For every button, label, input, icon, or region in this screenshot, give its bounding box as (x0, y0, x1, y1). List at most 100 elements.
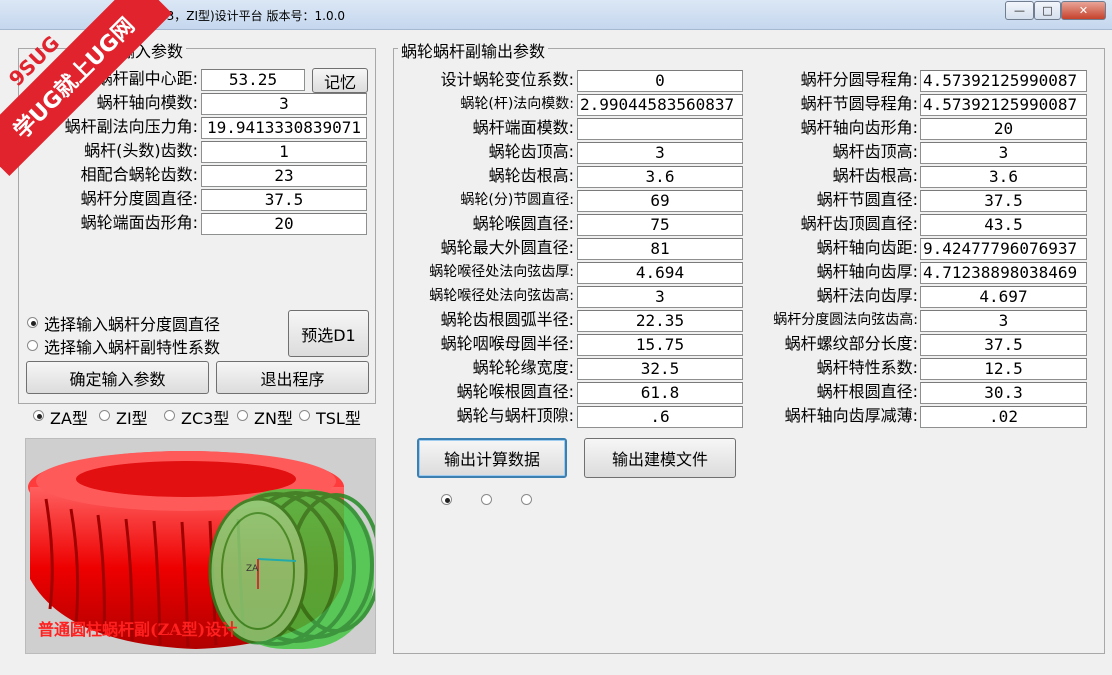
exit-button[interactable]: 退出程序 (216, 361, 369, 394)
output-right-field-10[interactable]: 3 (920, 310, 1087, 332)
output-right-label-14: 蜗杆轴向齿厚减薄: (784, 406, 918, 425)
input-field-5[interactable]: 37.5 (201, 189, 367, 211)
output-right-label-3: 蜗杆齿顶高: (832, 142, 918, 161)
type-radio-3[interactable] (237, 410, 248, 421)
output-left-field-10[interactable]: 22.35 (577, 310, 743, 332)
radio-input-pitch-diameter[interactable] (27, 317, 38, 328)
type-radio-label-0: ZA型 (50, 409, 88, 428)
output-left-label-3: 蜗轮齿顶高: (488, 142, 574, 161)
output-left-field-1[interactable]: 2.99044583560837 (577, 94, 743, 116)
close-button[interactable]: ✕ (1061, 1, 1106, 20)
output-left-field-8[interactable]: 4.694 (577, 262, 743, 284)
output-option-radio-1[interactable] (441, 494, 452, 505)
radio-label-characteristic-coef: 选择输入蜗杆副特性系数 (44, 338, 221, 357)
output-right-label-7: 蜗杆轴向齿距: (816, 238, 918, 257)
output-right-field-11[interactable]: 37.5 (920, 334, 1087, 356)
output-left-field-13[interactable]: 61.8 (577, 382, 743, 404)
output-left-label-7: 蜗轮最大外圆直径: (440, 238, 574, 257)
input-field-4[interactable]: 23 (201, 165, 367, 187)
output-right-label-9: 蜗杆法向齿厚: (816, 286, 918, 305)
output-left-label-5: 蜗轮(分)节圆直径: (460, 192, 574, 208)
type-radio-2[interactable] (164, 410, 175, 421)
output-left-label-9: 蜗轮喉径处法向弦齿高: (429, 288, 574, 304)
input-label-6: 蜗轮端面齿形角: (80, 213, 198, 232)
output-model-file-button[interactable]: 输出建模文件 (584, 438, 736, 478)
output-right-label-1: 蜗杆节圆导程角: (800, 94, 918, 113)
output-right-field-9[interactable]: 4.697 (920, 286, 1087, 308)
output-left-field-6[interactable]: 75 (577, 214, 743, 236)
output-right-field-3[interactable]: 3 (920, 142, 1087, 164)
output-left-field-2[interactable] (577, 118, 743, 140)
output-right-label-6: 蜗杆齿顶圆直径: (800, 214, 918, 233)
output-left-field-4[interactable]: 3.6 (577, 166, 743, 188)
radio-input-characteristic-coef[interactable] (27, 340, 38, 351)
confirm-input-button[interactable]: 确定输入参数 (26, 361, 209, 394)
output-group-title: 蜗轮蜗杆副输出参数 (398, 38, 549, 62)
input-field-0[interactable]: 53.25 (201, 69, 305, 91)
output-right-field-4[interactable]: 3.6 (920, 166, 1087, 188)
output-left-label-13: 蜗轮喉根圆直径: (456, 382, 574, 401)
output-right-field-8[interactable]: 4.71238898038469 (920, 262, 1087, 284)
output-left-label-11: 蜗轮咽喉母圆半径: (440, 334, 574, 353)
minimize-button[interactable]: — (1005, 1, 1034, 20)
output-right-label-13: 蜗杆根圆直径: (816, 382, 918, 401)
memory-button[interactable]: 记忆 (312, 68, 368, 93)
input-label-4: 相配合蜗轮齿数: (80, 165, 198, 184)
type-radio-label-2: ZC3型 (181, 409, 230, 428)
output-left-label-0: 设计蜗轮变位系数: (440, 70, 574, 89)
output-right-label-5: 蜗杆节圆直径: (816, 190, 918, 209)
type-radio-label-1: ZI型 (116, 409, 148, 428)
output-right-field-13[interactable]: 30.3 (920, 382, 1087, 404)
output-right-field-1[interactable]: 4.57392125990087 (920, 94, 1087, 116)
input-field-6[interactable]: 20 (201, 213, 367, 235)
output-right-label-10: 蜗杆分度圆法向弦齿高: (773, 312, 918, 328)
output-left-label-6: 蜗轮喉圆直径: (472, 214, 574, 233)
output-right-field-5[interactable]: 37.5 (920, 190, 1087, 212)
window-title: ZC3，ZI型)设计平台 版本号：1.0.0 (150, 9, 346, 23)
output-right-label-8: 蜗杆轴向齿厚: (816, 262, 918, 281)
output-option-radio-3[interactable] (521, 494, 532, 505)
output-left-field-14[interactable]: .6 (577, 406, 743, 428)
output-calc-data-button[interactable]: 输出计算数据 (417, 438, 567, 478)
type-radio-1[interactable] (99, 410, 110, 421)
output-right-label-2: 蜗杆轴向齿形角: (800, 118, 918, 137)
input-field-3[interactable]: 1 (201, 141, 367, 163)
output-left-field-11[interactable]: 15.75 (577, 334, 743, 356)
output-right-label-0: 蜗杆分圆导程角: (800, 70, 918, 89)
input-field-1[interactable]: 3 (201, 93, 367, 115)
output-left-label-1: 蜗轮(杆)法向模数: (460, 96, 574, 112)
radio-label-pitch-diameter: 选择输入蜗杆分度圆直径 (44, 315, 221, 334)
output-left-field-3[interactable]: 3 (577, 142, 743, 164)
preview-caption: 普通圆柱蜗杆副(ZA型)设计 (38, 620, 238, 639)
output-right-label-12: 蜗杆特性系数: (816, 358, 918, 377)
output-left-label-14: 蜗轮与蜗杆顶隙: (456, 406, 574, 425)
preselect-d1-button[interactable]: 预选D1 (288, 310, 369, 357)
type-radio-4[interactable] (299, 410, 310, 421)
output-right-label-11: 蜗杆螺纹部分长度: (784, 334, 918, 353)
output-right-field-14[interactable]: .02 (920, 406, 1087, 428)
output-right-field-2[interactable]: 20 (920, 118, 1087, 140)
output-left-label-2: 蜗杆端面模数: (472, 118, 574, 137)
axis-label: ZA (246, 564, 259, 574)
maximize-button[interactable]: □ (1034, 1, 1061, 20)
output-left-label-4: 蜗轮齿根高: (488, 166, 574, 185)
output-left-field-12[interactable]: 32.5 (577, 358, 743, 380)
output-left-field-5[interactable]: 69 (577, 190, 743, 212)
output-right-field-12[interactable]: 12.5 (920, 358, 1087, 380)
input-label-5: 蜗杆分度圆直径: (80, 189, 198, 208)
input-label-3: 蜗杆(头数)齿数: (84, 141, 198, 160)
type-radio-0[interactable] (33, 410, 44, 421)
output-left-label-8: 蜗轮喉径处法向弦齿厚: (429, 264, 574, 280)
output-right-field-6[interactable]: 43.5 (920, 214, 1087, 236)
output-right-field-7[interactable]: 9.42477796076937 (920, 238, 1087, 260)
type-radio-label-3: ZN型 (254, 409, 293, 428)
output-right-label-4: 蜗杆齿根高: (832, 166, 918, 185)
output-left-label-12: 蜗轮轮缘宽度: (472, 358, 574, 377)
input-field-2[interactable]: 19.9413330839071 (201, 117, 367, 139)
output-left-field-7[interactable]: 81 (577, 238, 743, 260)
output-option-radio-2[interactable] (481, 494, 492, 505)
output-left-field-9[interactable]: 3 (577, 286, 743, 308)
type-radio-label-4: TSL型 (316, 409, 361, 428)
output-left-field-0[interactable]: 0 (577, 70, 743, 92)
output-right-field-0[interactable]: 4.57392125990087 (920, 70, 1087, 92)
